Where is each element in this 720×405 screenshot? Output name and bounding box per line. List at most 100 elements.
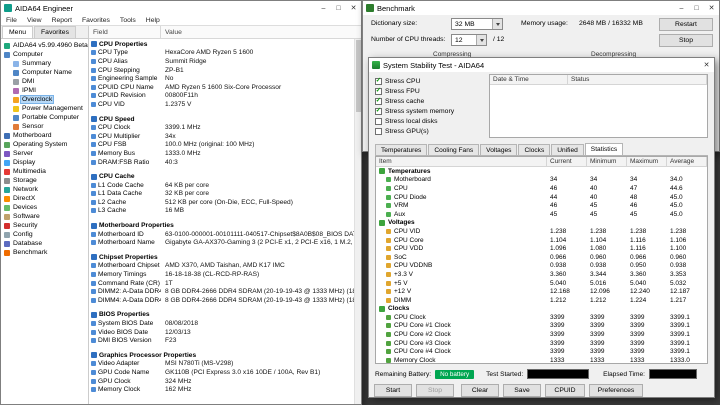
sidebar-item-overclock[interactable]: Overclock	[1, 95, 88, 104]
stats-row-motherboard[interactable]: Motherboard 34 34 34 34.0	[376, 176, 707, 185]
benchmark-titlebar[interactable]: Benchmark – □ ✕	[363, 1, 719, 15]
property-row-system-bios-date[interactable]: System BIOS Date 08/08/2018	[89, 319, 361, 328]
stats-group-temperatures[interactable]: Temperatures	[376, 167, 707, 176]
stats-row-dimm[interactable]: DIMM 1.212 1.212 1.224 1.217	[376, 296, 707, 305]
stats-row-cpu-core-2-clock[interactable]: CPU Core #2 Clock 3399 3399 3399 3399.1	[376, 330, 707, 339]
property-group-bios-properties[interactable]: BIOS Properties	[89, 311, 361, 320]
menu-file[interactable]: File	[1, 17, 22, 24]
stats-row-aux[interactable]: Aux 45 45 45 45.0	[376, 210, 707, 219]
sidebar-item-server[interactable]: Server	[1, 149, 88, 158]
property-row-dram-fsb-ratio[interactable]: DRAM:FSB Ratio 40:3	[89, 158, 361, 167]
property-row-l1-data-cache[interactable]: L1 Data Cache 32 KB per core	[89, 190, 361, 199]
sidebar-item-ipmi[interactable]: IPMI	[1, 86, 88, 95]
stats-column-item[interactable]: Item	[376, 157, 547, 166]
menu-report[interactable]: Report	[47, 17, 77, 24]
sidebar-item-power-management[interactable]: Power Management	[1, 104, 88, 113]
tab-statistics[interactable]: Statistics	[584, 143, 624, 155]
property-row-cpu-fsb[interactable]: CPU FSB 100.0 MHz (original: 100 MHz)	[89, 141, 361, 150]
stats-column-minimum[interactable]: Minimum	[587, 157, 627, 166]
property-row-cpu-multiplier[interactable]: CPU Multiplier 34x	[89, 132, 361, 141]
log-column-status[interactable]: Status	[568, 75, 707, 84]
column-header-field[interactable]: Field	[89, 26, 161, 38]
property-row-cpu-alias[interactable]: CPU Alias Summit Ridge	[89, 57, 361, 66]
cpuid-button[interactable]: CPUID	[545, 384, 585, 397]
stats-row-cpu-core-1-clock[interactable]: CPU Core #1 Clock 3399 3399 3399 3399.1	[376, 322, 707, 331]
aida64-titlebar[interactable]: AIDA64 Engineer – □ ✕	[1, 1, 361, 15]
tab-temperatures[interactable]: Temperatures	[375, 144, 428, 155]
stats-column-maximum[interactable]: Maximum	[627, 157, 667, 166]
sidebar-item-directx[interactable]: DirectX	[1, 194, 88, 203]
clear-button[interactable]: Clear	[461, 384, 499, 397]
stats-row-soc[interactable]: SoC 0.966 0.960 0.966 0.960	[376, 253, 707, 262]
property-row-memory-timings[interactable]: Memory Timings 16-18-18-38 (CL-RCD-RP-RAS…	[89, 270, 361, 279]
stats-row-cpu-diode[interactable]: CPU Diode 44 40 48 45.0	[376, 193, 707, 202]
sidebar-item-operating-system[interactable]: Operating System	[1, 140, 88, 149]
sidebar-item-aida64-v5-99-4960-beta[interactable]: AIDA64 v5.99.4960 Beta	[1, 41, 88, 50]
property-row-video-adapter[interactable]: Video Adapter MSI N780Ti (MS-V298)	[89, 360, 361, 369]
pane-tab-favorites[interactable]: Favorites	[34, 26, 76, 38]
sidebar-item-portable-computer[interactable]: Portable Computer	[1, 113, 88, 122]
checkbox-stress-system-memory[interactable]: ✓ Stress system memory	[375, 106, 487, 116]
vertical-scrollbar[interactable]	[354, 39, 361, 404]
checkbox-stress-cpu[interactable]: ✓ Stress CPU	[375, 76, 487, 86]
property-group-cpu-speed[interactable]: CPU Speed	[89, 115, 361, 124]
dictionary-size-select[interactable]: 32 MB	[451, 18, 503, 30]
stats-group-voltages[interactable]: Voltages	[376, 219, 707, 228]
restart-button[interactable]: Restart	[659, 18, 713, 31]
stats-row-3-3-v[interactable]: +3.3 V 3.360 3.344 3.360 3.353	[376, 270, 707, 279]
property-group-graphics-processor-properties[interactable]: Graphics Processor Properties	[89, 351, 361, 360]
sidebar-item-summary[interactable]: Summary	[1, 59, 88, 68]
sidebar-item-dmi[interactable]: DMI	[1, 77, 88, 86]
property-group-cpu-properties[interactable]: CPU Properties	[89, 40, 361, 49]
property-row-motherboard-chipset[interactable]: Motherboard Chipset AMD X370, AMD Taishan…	[89, 262, 361, 271]
sidebar-item-network[interactable]: Network	[1, 185, 88, 194]
sidebar-item-storage[interactable]: Storage	[1, 176, 88, 185]
stats-row-cpu-vid[interactable]: CPU VID 1.238 1.238 1.238 1.238	[376, 227, 707, 236]
sidebar-item-motherboard[interactable]: Motherboard	[1, 131, 88, 140]
stats-column-current[interactable]: Current	[547, 157, 587, 166]
stats-row-cpu-vdd[interactable]: CPU VDD 1.096 1.080 1.116 1.100	[376, 244, 707, 253]
property-row-memory-clock[interactable]: Memory Clock 162 MHz	[89, 385, 361, 394]
property-row-motherboard-name[interactable]: Motherboard Name Gigabyte GA-AX370-Gaming…	[89, 238, 361, 247]
maximize-icon[interactable]: □	[689, 1, 704, 15]
stats-row-cpu-vddnb[interactable]: CPU VDDNB 0.938 0.938 0.950 0.938	[376, 262, 707, 271]
stats-row-cpu-core-3-clock[interactable]: CPU Core #3 Clock 3399 3399 3399 3399.1	[376, 339, 707, 348]
property-group-motherboard-properties[interactable]: Motherboard Properties	[89, 221, 361, 230]
sidebar-item-database[interactable]: Database	[1, 239, 88, 248]
stats-row-12-v[interactable]: +12 V 12.168 12.096 12.240 12.187	[376, 287, 707, 296]
scrollbar-thumb[interactable]	[356, 40, 361, 112]
tab-cooling-fans[interactable]: Cooling Fans	[428, 144, 480, 155]
pane-tab-menu[interactable]: Menu	[2, 26, 34, 38]
sidebar-item-benchmark[interactable]: Benchmark	[1, 248, 88, 257]
sidebar-item-sensor[interactable]: Sensor	[1, 122, 88, 131]
stop-button[interactable]: Stop	[659, 34, 713, 47]
property-row-l2-cache[interactable]: L2 Cache 512 KB per core (On-Die, ECC, Fu…	[89, 198, 361, 207]
checkbox-stress-cache[interactable]: ✓ Stress cache	[375, 96, 487, 106]
sidebar-item-display[interactable]: Display	[1, 158, 88, 167]
property-row-cpuid-cpu-name[interactable]: CPUID CPU Name AMD Ryzen 5 1600 Six-Core …	[89, 83, 361, 92]
property-row-dimm4-a-data-ddr4-2666-2[interactable]: DIMM4: A-Data DDR4 2666 2... 8 GB DDR4-26…	[89, 296, 361, 305]
stats-group-clocks[interactable]: Clocks	[376, 305, 707, 314]
stats-row-cpu-clock[interactable]: CPU Clock 3399 3399 3399 3399.1	[376, 313, 707, 322]
property-row-l3-cache[interactable]: L3 Cache 16 MB	[89, 207, 361, 216]
sidebar-item-computer-name[interactable]: Computer Name	[1, 68, 88, 77]
stats-row-cpu-core[interactable]: CPU Core 1.104 1.104 1.116 1.106	[376, 236, 707, 245]
tab-voltages[interactable]: Voltages	[480, 144, 518, 155]
property-row-command-rate-cr[interactable]: Command Rate (CR) 1T	[89, 279, 361, 288]
start-button[interactable]: Start	[374, 384, 412, 397]
maximize-icon[interactable]: □	[331, 1, 346, 15]
tab-clocks[interactable]: Clocks	[518, 144, 551, 155]
sidebar-item-software[interactable]: Software	[1, 212, 88, 221]
property-row-motherboard-id[interactable]: Motherboard ID 63-0100-000001-00101111-04…	[89, 230, 361, 239]
checkbox-stress-gpu-s[interactable]: Stress GPU(s)	[375, 126, 487, 136]
sidebar-item-config[interactable]: Config	[1, 230, 88, 239]
property-row-video-bios-date[interactable]: Video BIOS Date 12/03/13	[89, 328, 361, 337]
property-row-l1-code-cache[interactable]: L1 Code Cache 64 KB per core	[89, 181, 361, 190]
tab-unified[interactable]: Unified	[551, 144, 584, 155]
stats-row-memory-clock[interactable]: Memory Clock 1333 1333 1333 1333.0	[376, 356, 707, 363]
sidebar-item-devices[interactable]: Devices	[1, 203, 88, 212]
property-group-chipset-properties[interactable]: Chipset Properties	[89, 253, 361, 262]
menu-tools[interactable]: Tools	[115, 17, 141, 24]
property-row-cpu-vid[interactable]: CPU VID 1.2375 V	[89, 100, 361, 109]
property-row-cpuid-revision[interactable]: CPUID Revision 00800F11h	[89, 92, 361, 101]
